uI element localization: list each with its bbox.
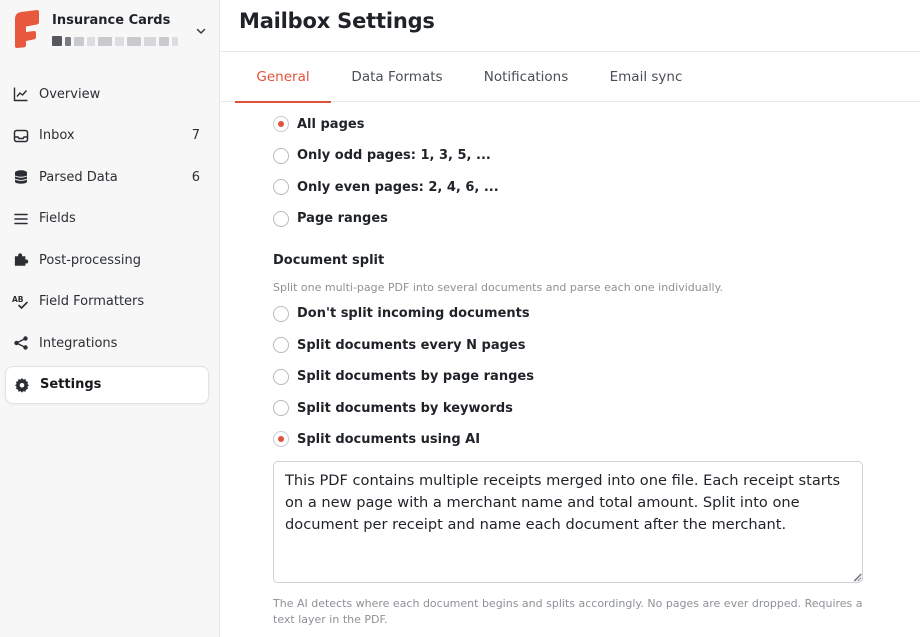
radio-label: Page ranges xyxy=(297,211,388,226)
radio-button[interactable] xyxy=(273,147,289,164)
page-title: Mailbox Settings xyxy=(239,9,435,33)
sidebar-item-post-processing[interactable]: Post-processing xyxy=(5,241,209,279)
gear-icon xyxy=(13,376,31,394)
page-range-option-ranges[interactable]: Page ranges xyxy=(273,209,388,229)
sidebar-item-label: Integrations xyxy=(39,335,118,351)
split-option-page-ranges[interactable]: Split documents by page ranges xyxy=(273,367,534,387)
sidebar-item-label: Parsed Data xyxy=(39,169,118,185)
sidebar-item-parsed-data[interactable]: Parsed Data 6 xyxy=(5,158,209,196)
document-split-description: Split one multi-page PDF into several do… xyxy=(273,281,724,294)
radio-button[interactable] xyxy=(273,179,289,195)
sidebar-nav: Overview Inbox 7 Parsed Data 6 Fields Po… xyxy=(5,75,209,407)
share-nodes-icon xyxy=(12,334,30,352)
radio-label: Don't split incoming documents xyxy=(297,306,530,321)
radio-button[interactable] xyxy=(273,400,289,416)
radio-button[interactable] xyxy=(273,337,289,353)
chevron-down-icon[interactable] xyxy=(194,24,208,38)
sidebar-item-inbox[interactable]: Inbox 7 xyxy=(5,117,209,155)
sidebar-item-overview[interactable]: Overview xyxy=(5,75,209,113)
settings-tabs: General Data Formats Notifications Email… xyxy=(221,52,920,103)
mailbox-switcher[interactable]: Insurance Cards xyxy=(12,10,212,54)
radio-button[interactable] xyxy=(273,431,289,447)
split-option-ai[interactable]: Split documents using AI xyxy=(273,429,480,449)
spellcheck-icon: AB xyxy=(12,293,30,311)
split-option-keywords[interactable]: Split documents by keywords xyxy=(273,398,513,418)
sidebar-item-label: Inbox xyxy=(39,128,75,143)
radio-label: Split documents by page ranges xyxy=(297,369,534,384)
radio-button[interactable] xyxy=(273,305,289,322)
svg-text:AB: AB xyxy=(12,295,24,304)
mailbox-name: Insurance Cards xyxy=(52,13,171,28)
page-range-option-all[interactable]: All pages xyxy=(273,114,364,134)
tab-email-sync[interactable]: Email sync xyxy=(599,52,693,102)
list-lines-icon xyxy=(12,210,30,228)
puzzle-icon xyxy=(12,251,30,269)
sidebar: Insurance Cards Overview Inbox 7 Parsed … xyxy=(0,0,220,637)
document-split-title: Document split xyxy=(273,253,385,268)
ai-split-prompt-input[interactable]: This PDF contains multiple receipts merg… xyxy=(273,461,863,583)
sidebar-item-count: 7 xyxy=(191,128,200,143)
radio-button[interactable] xyxy=(273,210,289,227)
sidebar-item-label: Fields xyxy=(39,211,76,226)
page-range-option-even[interactable]: Only even pages: 2, 4, 6, ... xyxy=(273,177,499,197)
radio-button[interactable] xyxy=(273,116,289,132)
sidebar-item-label: Overview xyxy=(39,86,101,102)
page-range-option-odd[interactable]: Only odd pages: 1, 3, 5, ... xyxy=(273,146,491,166)
tab-notifications[interactable]: Notifications xyxy=(473,52,579,102)
radio-label: Split documents using AI xyxy=(297,431,481,447)
sidebar-item-integrations[interactable]: Integrations xyxy=(5,324,209,362)
sidebar-item-settings[interactable]: Settings xyxy=(5,365,209,404)
sidebar-item-label: Post-processing xyxy=(39,252,141,268)
settings-content: All pages Only odd pages: 1, 3, 5, ... O… xyxy=(221,103,920,637)
tab-data-formats[interactable]: Data Formats xyxy=(339,52,455,102)
radio-label: Split documents every N pages xyxy=(297,337,526,353)
sidebar-item-count: 6 xyxy=(191,169,200,185)
page-header: Mailbox Settings xyxy=(221,0,920,52)
mailbox-email-blurred xyxy=(52,35,178,47)
radio-label: Only even pages: 2, 4, 6, ... xyxy=(297,179,499,195)
tab-general[interactable]: General xyxy=(235,52,331,103)
trend-chart-icon xyxy=(12,85,30,103)
ai-split-help-text: The AI detects where each document begin… xyxy=(273,597,863,626)
radio-button[interactable] xyxy=(273,368,289,385)
sidebar-item-fields[interactable]: Fields xyxy=(5,200,209,238)
split-option-none[interactable]: Don't split incoming documents xyxy=(273,304,530,324)
radio-label: All pages xyxy=(297,116,365,132)
sidebar-item-label: Settings xyxy=(40,377,102,392)
resize-handle-icon[interactable] xyxy=(852,572,862,582)
database-icon xyxy=(12,168,30,186)
sidebar-item-label: Field Formatters xyxy=(39,294,145,309)
inbox-icon xyxy=(12,127,30,145)
radio-label: Only odd pages: 1, 3, 5, ... xyxy=(297,148,491,163)
sidebar-item-field-formatters[interactable]: AB Field Formatters xyxy=(5,283,209,321)
split-option-every-n-pages[interactable]: Split documents every N pages xyxy=(273,335,525,355)
brand-logo-icon xyxy=(15,10,39,48)
radio-label: Split documents by keywords xyxy=(297,400,513,416)
